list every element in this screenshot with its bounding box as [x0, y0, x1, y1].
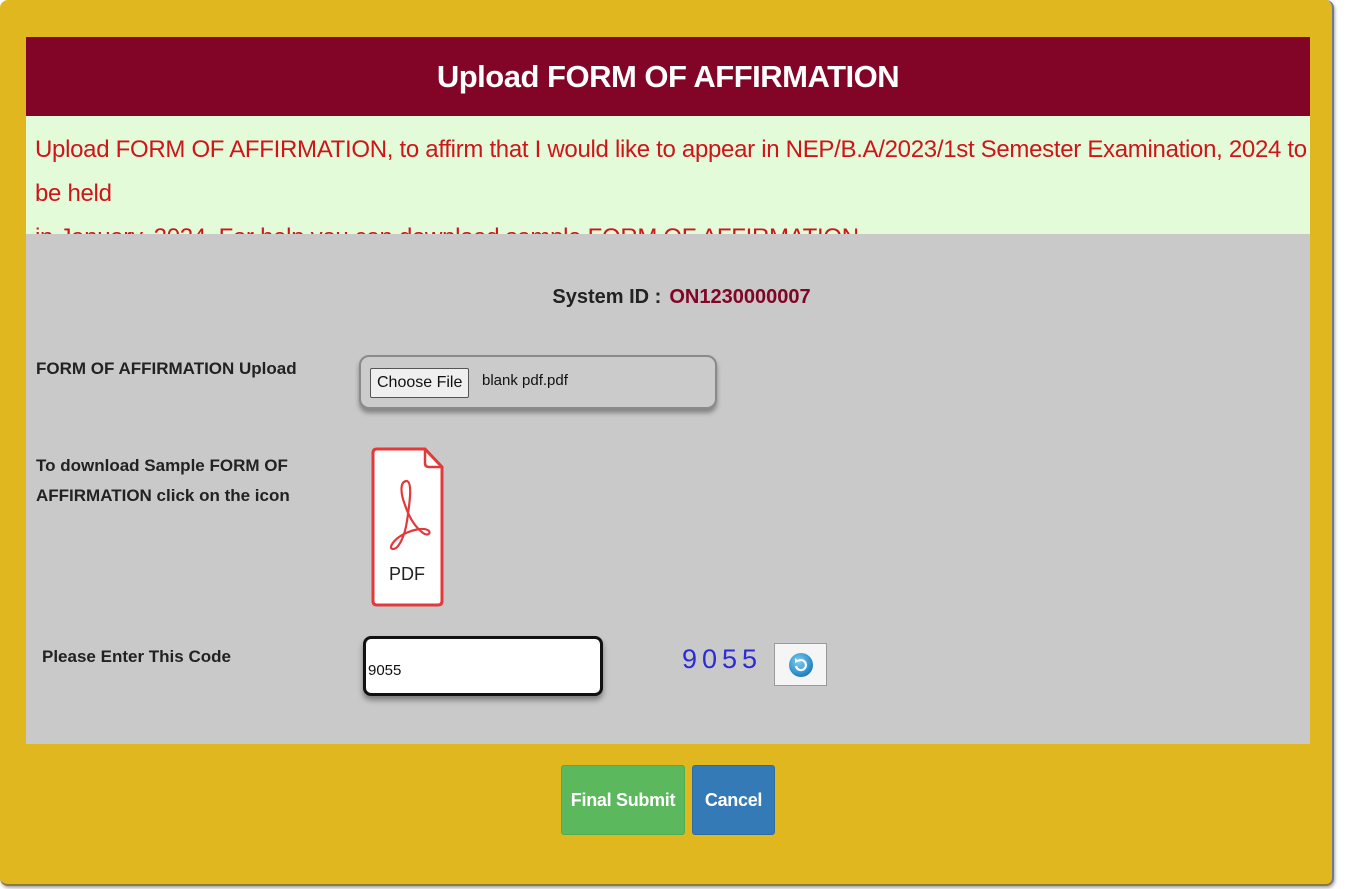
sample-label-line-1: To download Sample FORM OF — [36, 456, 288, 475]
pdf-icon-text: PDF — [389, 564, 425, 584]
system-id-value: ON1230000007 — [669, 286, 811, 308]
refresh-captcha-button[interactable] — [774, 643, 827, 686]
form-frame: Upload FORM OF AFFIRMATION Upload FORM O… — [0, 0, 1334, 886]
final-submit-button[interactable]: Final Submit — [561, 765, 685, 835]
captcha-input[interactable] — [363, 636, 603, 696]
sample-label-line-2: AFFIRMATION click on the icon — [36, 486, 290, 505]
refresh-icon — [788, 652, 813, 677]
choose-file-button[interactable]: Choose File — [370, 368, 470, 398]
system-id: System ID : ON1230000007 — [26, 286, 1310, 309]
system-id-label: System ID : — [552, 286, 662, 308]
notice-line-1: Upload FORM OF AFFIRMATION, to affirm th… — [35, 136, 1307, 207]
file-upload-field[interactable]: Choose File blank pdf.pdf — [359, 355, 717, 409]
captcha-label: Please Enter This Code — [42, 647, 231, 666]
instructions-notice: Upload FORM OF AFFIRMATION, to affirm th… — [26, 116, 1310, 251]
pdf-file-icon[interactable]: PDF — [369, 447, 445, 607]
selected-file-name: blank pdf.pdf — [482, 372, 568, 389]
form-panel: System ID : ON1230000007 FORM OF AFFIRMAT… — [26, 234, 1310, 744]
cancel-button[interactable]: Cancel — [692, 765, 775, 835]
upload-label: FORM OF AFFIRMATION Upload — [36, 359, 297, 378]
sample-download-label: To download Sample FORM OF AFFIRMATION c… — [36, 451, 290, 511]
captcha-code: 9055 — [682, 644, 763, 674]
page-title: Upload FORM OF AFFIRMATION — [26, 37, 1310, 116]
